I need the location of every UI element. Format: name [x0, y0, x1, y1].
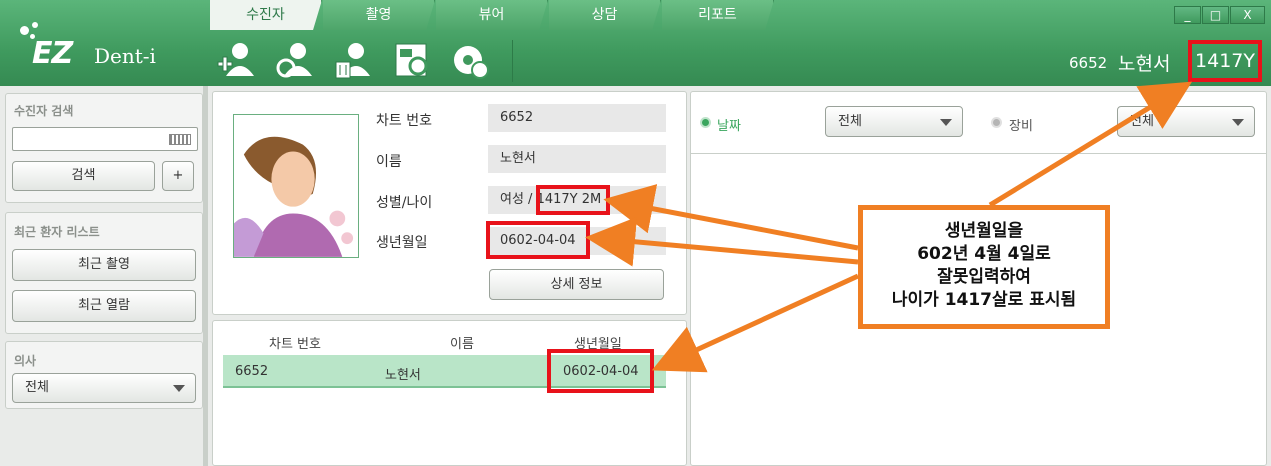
tab-viewer[interactable]: 뷰어 [436, 0, 548, 30]
maximize-button[interactable]: □ [1202, 6, 1229, 24]
callout-line-3: 잘못입력하여 [937, 267, 1031, 287]
header-patient-name: 노현서 [1118, 53, 1171, 75]
gender-age-label: 성별/나이 [376, 195, 433, 211]
date-filter-select[interactable]: 전체 [825, 106, 963, 137]
chart-number-label: 차트 번호 [376, 113, 432, 129]
recent-panel: 최근 환자 리스트 최근 촬영 최근 열람 [5, 212, 203, 334]
chevron-down-icon [1232, 119, 1244, 126]
annotation-callout: 생년월일을 602년 4월 4일로 잘못입력하여 나이가 1417살로 표시됨 [858, 205, 1110, 329]
name-value: 노현서 [488, 145, 666, 173]
tab-consult[interactable]: 상담 [549, 0, 661, 30]
radio-date[interactable] [700, 117, 711, 128]
recent-view-button[interactable]: 최근 열람 [12, 290, 196, 322]
column-header-chart-number[interactable]: 차트 번호 [269, 333, 321, 352]
tab-patient[interactable]: 수진자 [210, 0, 322, 30]
app-header: EZ Dent-i 수진자 촬영 뷰어 상담 리포트 6652 노현서 1417… [0, 0, 1271, 86]
name-label: 이름 [376, 154, 402, 170]
device-filter-value: 전체 [1130, 114, 1154, 129]
edit-patient-icon[interactable] [274, 40, 316, 80]
sidebar-splitter[interactable] [203, 86, 208, 466]
toolbar-divider [512, 40, 513, 82]
doctor-select[interactable]: 전체 [12, 373, 196, 403]
delete-patient-icon[interactable] [332, 40, 374, 80]
patient-card-icon[interactable] [392, 40, 434, 80]
search-input[interactable] [12, 127, 198, 151]
radio-device[interactable] [991, 117, 1002, 128]
radio-device-label: 장비 [1009, 119, 1033, 134]
callout-line-4: 나이가 1417살로 표시됨 [891, 290, 1077, 310]
chevron-down-icon [940, 119, 952, 126]
detail-info-button[interactable]: 상세 정보 [489, 269, 664, 300]
date-filter-value: 전체 [838, 114, 862, 129]
search-panel-title: 수진자 검색 [14, 104, 74, 118]
recent-panel-title: 최근 환자 리스트 [14, 225, 100, 239]
sync-icon[interactable] [450, 40, 492, 80]
header-chart-number: 6652 [1069, 54, 1108, 72]
chart-number-value: 6652 [488, 104, 666, 132]
logo-ez: EZ [32, 36, 73, 71]
tab-capture[interactable]: 촬영 [323, 0, 435, 30]
search-plus-button[interactable]: + [162, 161, 194, 191]
keyboard-icon[interactable] [169, 134, 191, 145]
row-name: 노현서 [385, 368, 421, 383]
doctor-panel: 의사 전체 [5, 341, 203, 409]
list-birthdate-highlight-box [547, 349, 654, 393]
row-chart-number: 6652 [235, 364, 269, 379]
patient-avatar-icon [234, 115, 358, 257]
minimize-button[interactable]: _ [1174, 6, 1201, 24]
main-tabs: 수진자 촬영 뷰어 상담 리포트 [210, 0, 810, 30]
chevron-down-icon [173, 385, 185, 392]
search-panel: 수진자 검색 검색 + [5, 93, 203, 203]
callout-line-1: 생년월일을 [944, 221, 1024, 241]
logo-dent: Dent-i [94, 44, 156, 68]
patient-photo [233, 114, 359, 258]
device-filter-select[interactable]: 전체 [1117, 106, 1255, 137]
doctor-panel-title: 의사 [14, 354, 37, 368]
add-patient-icon[interactable] [216, 40, 258, 80]
callout-line-2: 602년 4월 4일로 [917, 244, 1051, 264]
close-button[interactable]: X [1230, 6, 1265, 24]
tab-report[interactable]: 리포트 [662, 0, 774, 30]
birthdate-label: 생년월일 [376, 235, 428, 251]
header-patient-age: 1417Y [1188, 40, 1262, 82]
doctor-select-value: 전체 [25, 380, 49, 395]
column-header-name[interactable]: 이름 [450, 333, 474, 352]
radio-date-label: 날짜 [717, 119, 741, 134]
history-divider [691, 153, 1266, 154]
recent-capture-button[interactable]: 최근 촬영 [12, 249, 196, 281]
search-button[interactable]: 검색 [12, 161, 155, 191]
birthdate-highlight-box [486, 221, 590, 259]
age-highlight-box [536, 185, 610, 215]
